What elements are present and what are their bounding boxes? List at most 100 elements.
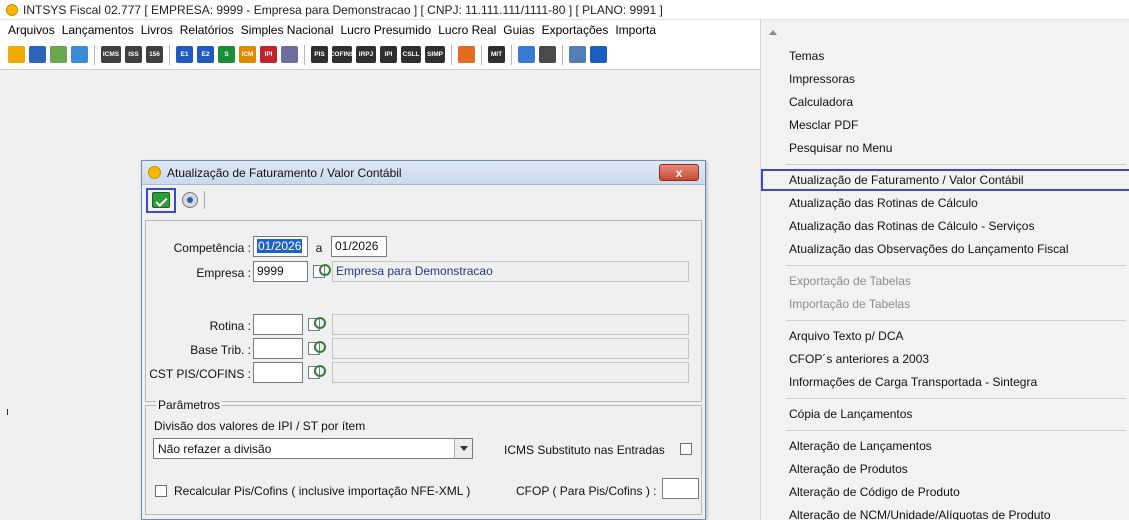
csll-icon[interactable]: CSLL: [401, 46, 421, 63]
menu-item[interactable]: Atualização das Observações do Lançament…: [761, 238, 1129, 260]
menu-arquivos[interactable]: Arquivos: [8, 23, 55, 37]
toolbar-separator: [304, 44, 305, 65]
building-icon[interactable]: [50, 46, 67, 63]
menu-item[interactable]: Atualização das Rotinas de Cálculo - Ser…: [761, 215, 1129, 237]
recalcular-checkbox[interactable]: [155, 485, 167, 497]
chevron-down-icon[interactable]: [454, 439, 472, 458]
menu-item[interactable]: Calculadora: [761, 91, 1129, 113]
divisao-select[interactable]: Não refazer a divisão: [153, 438, 473, 459]
menu-exportacoes[interactable]: Exportações: [542, 23, 609, 37]
toolbar-separator: [204, 191, 205, 209]
menu-lucro-real[interactable]: Lucro Real: [438, 23, 496, 37]
menu-item[interactable]: Impressoras: [761, 68, 1129, 90]
menu-item[interactable]: Alteração de Código de Produto: [761, 481, 1129, 503]
competencia-from-input[interactable]: 01/2026: [253, 236, 308, 257]
menu-lucro-presumido[interactable]: Lucro Presumido: [341, 23, 432, 37]
check-icon: [152, 192, 170, 208]
menu-item[interactable]: Atualização das Rotinas de Cálculo: [761, 192, 1129, 214]
cst-description-field: [332, 362, 689, 383]
menu-item[interactable]: CFOP´s anteriores a 2003: [761, 348, 1129, 370]
book-icon[interactable]: [281, 46, 298, 63]
menu-relatorios[interactable]: Relatórios: [180, 23, 234, 37]
icms-icon[interactable]: ICMS: [101, 46, 121, 63]
app-logo-icon: [6, 3, 18, 16]
base-trib-input[interactable]: [253, 338, 303, 359]
simp-icon[interactable]: SIMP: [425, 46, 445, 63]
menu-simples-nacional[interactable]: Simples Nacional: [241, 23, 334, 37]
report-icon[interactable]: [518, 46, 535, 63]
icms-substituto-label: ICMS Substituto nas Entradas: [504, 443, 665, 457]
menu-lancamentos[interactable]: Lançamentos: [62, 23, 134, 37]
dialog-atualizacao-faturamento: Atualização de Faturamento / Valor Contá…: [141, 160, 706, 520]
parametros-title: Parâmetros: [156, 398, 223, 412]
toolbar-separator: [451, 44, 452, 65]
confirm-update-button[interactable]: [146, 187, 176, 213]
ipi-small-icon[interactable]: IPI: [380, 46, 397, 63]
monitor-icon[interactable]: [569, 46, 586, 63]
ipi-icon[interactable]: IPI: [260, 46, 277, 63]
cfop-input[interactable]: [662, 478, 699, 499]
menu-item[interactable]: Mesclar PDF: [761, 114, 1129, 136]
icms-substituto-checkbox[interactable]: [680, 443, 692, 455]
menu-item[interactable]: Temas: [761, 45, 1129, 67]
menu-separator: [786, 430, 1126, 431]
empresa-name-field: Empresa para Demonstracao: [332, 261, 689, 282]
app-titlebar: INTSYS Fiscal 02.777 [ EMPRESA: 9999 - E…: [0, 0, 1129, 20]
e1-icon[interactable]: E1: [176, 46, 193, 63]
rotina-label: Rotina :: [209, 319, 251, 333]
dialog-toolbar: [142, 186, 705, 214]
menu-separator: [786, 398, 1126, 399]
help-icon[interactable]: [590, 46, 607, 63]
empresa-code-input[interactable]: 9999: [253, 261, 308, 282]
menu-item[interactable]: Alteração de Lançamentos: [761, 435, 1129, 457]
irpj-icon[interactable]: IRPJ: [356, 46, 376, 63]
window-title: INTSYS Fiscal 02.777 [ EMPRESA: 9999 - E…: [23, 2, 663, 17]
menu-item[interactable]: Atualização de Faturamento / Valor Contá…: [761, 169, 1129, 191]
filter-panel: Competência : 01/2026 a 01/2026 Empresa …: [145, 220, 702, 402]
people-icon[interactable]: [29, 46, 46, 63]
competencia-separator: a: [315, 241, 323, 255]
base-trib-description-field: [332, 338, 689, 359]
dialog-close-button[interactable]: x: [659, 164, 699, 181]
menu-item[interactable]: Cópia de Lançamentos: [761, 403, 1129, 425]
pis-icon[interactable]: PIS: [311, 46, 328, 63]
menu-item[interactable]: Alteração de NCM/Unidade/Alíquotas de Pr…: [761, 504, 1129, 520]
toolbar-separator: [94, 44, 95, 65]
scroll-up-icon[interactable]: [769, 30, 777, 35]
recalcular-label: Recalcular Pis/Cofins ( inclusive import…: [174, 484, 471, 498]
dialog-logo-icon: [148, 166, 161, 179]
cst-pis-cofins-input[interactable]: [253, 362, 303, 383]
menu-item[interactable]: Alteração de Produtos: [761, 458, 1129, 480]
parametros-group: Parâmetros Divisão dos valores de IPI / …: [145, 398, 702, 515]
e2-icon[interactable]: E2: [197, 46, 214, 63]
icm-icon[interactable]: ICM: [239, 46, 256, 63]
competencia-to-input[interactable]: 01/2026: [331, 236, 387, 257]
iss-156-icon[interactable]: 156: [146, 46, 163, 63]
star-icon[interactable]: [8, 46, 25, 63]
menu-item[interactable]: Arquivo Texto p/ DCA: [761, 325, 1129, 347]
cst-pis-cofins-lookup-icon[interactable]: [308, 365, 326, 379]
cofins-icon[interactable]: COFINS: [332, 46, 352, 63]
menu-item[interactable]: Pesquisar no Menu: [761, 137, 1129, 159]
rotina-input[interactable]: [253, 314, 303, 335]
divisao-label: Divisão dos valores de IPI / ST por ítem: [154, 419, 366, 433]
iss-icon[interactable]: ISS: [125, 46, 142, 63]
menubar: Arquivos Lançamentos Livros Relatórios S…: [0, 20, 760, 40]
menu-livros[interactable]: Livros: [141, 23, 173, 37]
menu-item[interactable]: Informações de Carga Transportada - Sint…: [761, 371, 1129, 393]
rotina-lookup-icon[interactable]: [308, 317, 326, 331]
screen-icon[interactable]: [71, 46, 88, 63]
calculator-icon[interactable]: [539, 46, 556, 63]
swirl-icon[interactable]: [458, 46, 475, 63]
menu-importacoes[interactable]: Importa: [615, 23, 656, 37]
divisao-selected-value: Não refazer a divisão: [158, 442, 272, 456]
rotina-description-field: [332, 314, 689, 335]
help-icon[interactable]: [182, 192, 198, 208]
mit-icon[interactable]: MIT: [488, 46, 505, 63]
base-trib-lookup-icon[interactable]: [308, 341, 326, 355]
empresa-label: Empresa :: [196, 266, 251, 280]
s-icon[interactable]: S: [218, 46, 235, 63]
empresa-lookup-icon[interactable]: [313, 264, 331, 278]
menu-item: Importação de Tabelas: [789, 297, 911, 311]
menu-guias[interactable]: Guias: [503, 23, 534, 37]
